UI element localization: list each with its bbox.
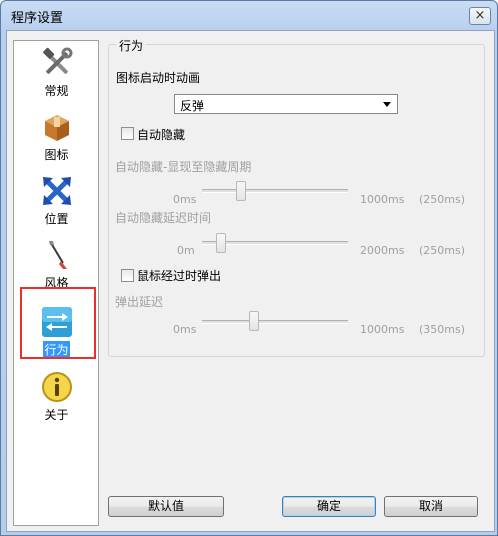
popup-delay-value: (350ms) xyxy=(419,323,466,336)
defaults-button-label: 默认值 xyxy=(147,499,184,513)
sidebar-item-style[interactable]: 风格 xyxy=(19,239,94,295)
hide-delay-value: (250ms) xyxy=(419,244,466,257)
sidebar-item-label: 风格 xyxy=(44,276,69,290)
hide-period-min: 0ms xyxy=(173,193,197,206)
move-arrows-icon xyxy=(42,177,71,205)
hide-period-slider[interactable] xyxy=(236,181,246,201)
hide-period-label: 自动隐藏-显现至隐藏周期 xyxy=(115,160,252,174)
cancel-button[interactable]: 取消 xyxy=(384,496,478,517)
hover-popup-checkbox[interactable] xyxy=(121,269,134,282)
ok-button-label: 确定 xyxy=(316,499,341,513)
settings-window: 程序设置 × 常规 图标 位置 风格 行为 关于 行为 图标启动时动画 反弹 自… xyxy=(0,0,498,536)
sidebar-item-position[interactable]: 位置 xyxy=(19,175,94,231)
ok-button[interactable]: 确定 xyxy=(282,496,376,517)
hide-period-track xyxy=(202,189,348,193)
sidebar-item-about[interactable]: 关于 xyxy=(19,371,94,427)
hide-period-value: (250ms) xyxy=(419,193,466,206)
category-sidebar: 常规 图标 位置 风格 行为 关于 xyxy=(13,40,99,526)
hide-period-max: 1000ms xyxy=(360,193,405,206)
icon-animation-value: 反弹 xyxy=(180,99,205,113)
sidebar-item-label: 图标 xyxy=(44,148,69,162)
auto-hide-label: 自动隐藏 xyxy=(137,128,186,142)
popup-delay-max: 1000ms xyxy=(360,323,405,336)
popup-delay-track xyxy=(202,320,348,324)
title-bar[interactable]: 程序设置 × xyxy=(1,1,497,31)
cancel-button-label: 取消 xyxy=(418,499,443,513)
sidebar-item-behavior[interactable]: 行为 xyxy=(19,306,94,362)
sidebar-item-label: 关于 xyxy=(44,408,69,422)
hide-delay-label: 自动隐藏延迟时间 xyxy=(115,211,212,225)
icon-animation-label: 图标启动时动画 xyxy=(116,71,201,85)
sidebar-item-icons[interactable]: 图标 xyxy=(19,111,94,167)
swap-arrows-icon xyxy=(41,307,72,337)
sidebar-item-general[interactable]: 常规 xyxy=(19,47,94,103)
box-icon xyxy=(44,115,69,141)
tools-icon xyxy=(42,47,72,74)
close-button[interactable]: × xyxy=(469,7,491,25)
brush-icon xyxy=(48,241,67,269)
sidebar-item-label: 位置 xyxy=(44,212,69,226)
sidebar-item-label: 常规 xyxy=(44,84,69,98)
popup-delay-label: 弹出延迟 xyxy=(115,295,164,309)
chevron-down-icon[interactable] xyxy=(383,102,391,107)
auto-hide-checkbox[interactable] xyxy=(121,127,134,140)
popup-delay-slider[interactable] xyxy=(249,311,259,331)
hide-delay-min: 0m xyxy=(177,244,195,257)
window-title: 程序设置 xyxy=(11,11,64,26)
close-icon: × xyxy=(474,8,486,23)
groupbox-title: 行为 xyxy=(116,37,147,54)
dialog-client: 常规 图标 位置 风格 行为 关于 行为 图标启动时动画 反弹 自动隐藏 自动隐… xyxy=(6,30,495,532)
icon-animation-select[interactable]: 反弹 xyxy=(174,94,398,114)
defaults-button[interactable]: 默认值 xyxy=(108,496,224,517)
hide-delay-max: 2000ms xyxy=(360,244,405,257)
hover-popup-label: 鼠标经过时弹出 xyxy=(137,269,222,283)
info-icon xyxy=(41,372,72,402)
hide-delay-slider[interactable] xyxy=(216,233,226,253)
popup-delay-min: 0ms xyxy=(173,323,197,336)
sidebar-item-label: 行为 xyxy=(43,341,70,358)
